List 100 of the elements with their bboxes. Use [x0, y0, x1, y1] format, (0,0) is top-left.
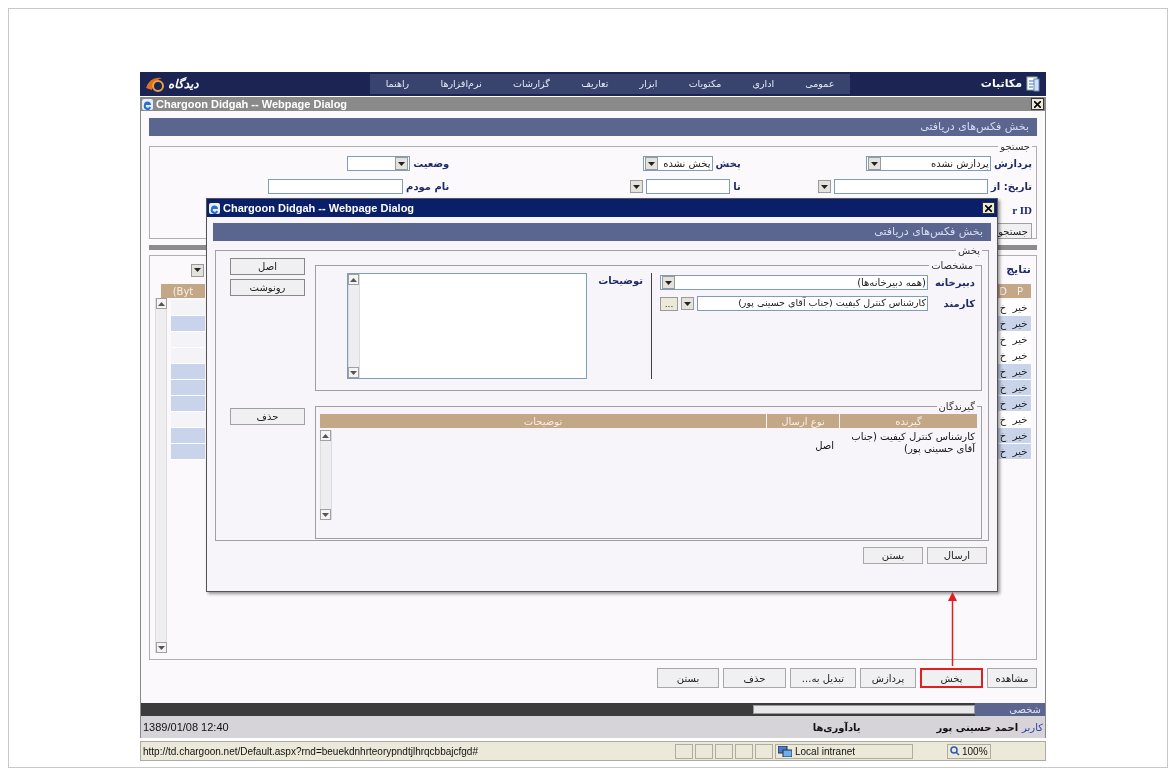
- table-cell-text: خیر: [1011, 365, 1029, 379]
- dropdown[interactable]: کارشناس کنترل کیفیت (جناب آقای حسینی پور): [697, 296, 928, 311]
- column-header: توضیحات: [320, 414, 766, 428]
- table-cell-text: خیر: [1011, 445, 1029, 459]
- menu-item[interactable]: اداری: [752, 76, 775, 92]
- close-button[interactable]: [1031, 98, 1044, 110]
- field-label: پردازش: [993, 157, 1032, 171]
- button[interactable]: مشاهده: [987, 668, 1037, 688]
- field-label: دبیرخانه: [934, 276, 975, 290]
- dropdown[interactable]: [347, 156, 411, 171]
- column-header: نوع ارسال: [767, 414, 839, 428]
- window-title: Chargoon Didgah -- Webpage Dialog: [223, 200, 415, 216]
- table-cell-text: خ: [998, 445, 1008, 459]
- section-label: نتایج: [1006, 261, 1031, 278]
- user-name: احمد حسینی پور: [936, 720, 1019, 735]
- field-label: وضعیت: [413, 157, 450, 171]
- table-cell-text: کارشناس کنترل کیفیت (جناب آقای حسینی پور): [850, 430, 977, 455]
- scroll-up-icon: [350, 277, 357, 282]
- column-header: (Byt: [161, 284, 205, 298]
- table-cell-text: خیر: [1011, 333, 1029, 347]
- menu-item[interactable]: مکتوبات: [688, 76, 722, 92]
- button[interactable]: پخش: [920, 668, 983, 688]
- zoom-icon[interactable]: [950, 746, 960, 756]
- user-label: کاربر: [1022, 720, 1043, 735]
- button[interactable]: بستن: [657, 668, 719, 688]
- button[interactable]: تبدیل به...: [790, 668, 856, 688]
- dropdown[interactable]: پردازش نشده: [865, 156, 991, 171]
- date-field[interactable]: [818, 179, 989, 194]
- document-icon: [1026, 76, 1040, 92]
- scroll-down-icon: [158, 645, 165, 650]
- section-legend: گیرندگان: [936, 399, 977, 414]
- scroll-down-icon: [322, 512, 329, 517]
- table-cell-text: خ: [998, 317, 1008, 331]
- scrollbar[interactable]: [348, 274, 360, 378]
- dialog-button[interactable]: بستن: [863, 547, 923, 564]
- menu-item[interactable]: عمومی: [805, 76, 835, 92]
- section-legend: پخش: [956, 243, 982, 258]
- side-button[interactable]: رونوشت: [230, 279, 305, 296]
- window-title: Chargoon Didgah -- Webpage Dialog: [156, 96, 348, 112]
- date-field[interactable]: [630, 179, 731, 194]
- browser-icon: [209, 202, 220, 214]
- more-button[interactable]: ...: [660, 296, 678, 311]
- button[interactable]: حذف: [723, 668, 786, 688]
- table-cell-text: خ: [998, 381, 1008, 395]
- table-cell-text: خیر: [1011, 349, 1029, 363]
- delete-button[interactable]: حذف: [230, 408, 305, 425]
- table-cell-text: خ: [998, 429, 1008, 443]
- tab[interactable]: شخصی: [975, 703, 1045, 716]
- table-cell-text: خیر: [1011, 397, 1029, 411]
- reminders-link[interactable]: یادآوری‌ها: [812, 719, 861, 735]
- table-cell-text: اصل: [814, 439, 835, 453]
- menu-item[interactable]: راهنما: [385, 76, 410, 92]
- security-zone: Local intranet: [795, 744, 856, 759]
- caret-icon: [681, 297, 694, 310]
- browser-icon: [142, 98, 153, 110]
- section-heading: بخش فکس‌های دریافتی: [149, 118, 1037, 136]
- scroll-up-icon: [322, 433, 329, 438]
- button[interactable]: پردازش: [860, 668, 916, 688]
- table-cell-text: خ: [998, 301, 1008, 315]
- section-legend: جستجو: [998, 139, 1032, 154]
- text-field[interactable]: [268, 179, 404, 194]
- section-legend: مشخصات: [929, 258, 975, 273]
- field-label: نام مودم: [406, 180, 450, 194]
- column-header: P: [1009, 284, 1031, 298]
- side-button[interactable]: اصل: [230, 258, 305, 275]
- menu-item[interactable]: تعاریف: [581, 76, 609, 92]
- field-label: تا: [733, 180, 741, 194]
- caret-icon: [395, 157, 409, 170]
- date-time: 1389/01/08 12:40: [143, 719, 229, 735]
- network-icon: [778, 745, 792, 757]
- caret-icon: [818, 180, 832, 193]
- caret-icon: [191, 263, 204, 277]
- close-button[interactable]: [982, 202, 995, 214]
- table-cell-text: خیر: [1011, 413, 1029, 427]
- scroll-down-icon: [350, 370, 357, 375]
- scrollbar[interactable]: [320, 430, 332, 520]
- menu-item[interactable]: نرم‌افزارها: [440, 76, 482, 92]
- table-cell-text: خیر: [1011, 429, 1029, 443]
- section-heading: بخش فکس‌های دریافتی: [213, 223, 991, 241]
- field-label: تاریخ: از: [991, 180, 1032, 194]
- notes-field[interactable]: [347, 273, 587, 379]
- table-cell-text: خ: [998, 333, 1008, 347]
- table-cell-text: خ: [998, 413, 1008, 427]
- scroll-up-icon: [158, 301, 165, 306]
- scrollbar[interactable]: [155, 298, 167, 653]
- status-url: http://td.chargoon.net/Default.aspx?rnd=beuekdnhrteorypndtjlhrqcbbajcfgd#: [143, 744, 479, 759]
- field-label: r ID: [1012, 203, 1032, 218]
- table-cell-text: خیر: [1011, 317, 1029, 331]
- menu-item[interactable]: ابزار: [639, 76, 658, 92]
- dropdown[interactable]: (همه دبیرخانه‌ها): [660, 275, 928, 290]
- dropdown[interactable]: پخش نشده: [642, 156, 713, 171]
- logo-text: دیدگاه: [168, 76, 199, 93]
- app-title: مکاتبات: [980, 75, 1022, 92]
- horizontal-scrollbar[interactable]: [753, 705, 975, 714]
- menu-item[interactable]: گزارشات: [513, 76, 550, 92]
- caret-icon: [644, 157, 658, 170]
- caret-icon: [867, 157, 881, 170]
- table-cell-text: خ: [998, 365, 1008, 379]
- table-cell-text: خیر: [1011, 301, 1029, 315]
- dialog-button[interactable]: ارسال: [927, 547, 987, 564]
